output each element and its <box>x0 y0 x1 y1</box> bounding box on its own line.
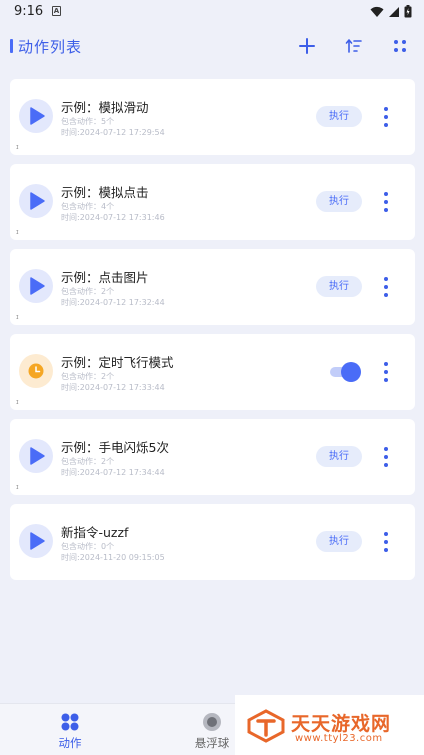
card-marker: ɪ <box>16 398 19 406</box>
action-card[interactable]: 示例：手电闪烁5次包含动作：2个时间:2024-07-12 17:34:44 ɪ 执… <box>10 419 415 495</box>
schedule-toggle[interactable] <box>328 362 361 382</box>
sort-button[interactable] <box>342 34 366 58</box>
card-marker: ɪ <box>16 143 19 151</box>
clock-icon <box>28 363 44 379</box>
run-action-button[interactable] <box>19 269 53 303</box>
action-card[interactable]: 示例：定时飞行模式包含动作：2个时间:2024-07-12 17:33:44 ɪ <box>10 334 415 410</box>
more-dot-icon <box>384 463 388 467</box>
signal-icon <box>389 6 399 17</box>
notification-a-icon: A <box>52 6 61 16</box>
more-options-button[interactable] <box>380 531 392 553</box>
add-button[interactable] <box>295 34 319 58</box>
watermark-name: 天天游戏网 <box>291 713 392 735</box>
more-options-button[interactable] <box>380 191 392 213</box>
add-icon <box>299 38 315 54</box>
action-title: 示例：模拟点击 <box>61 185 149 200</box>
execute-button[interactable]: 执行 <box>316 106 362 127</box>
action-card[interactable]: 示例：点击图片包含动作：2个时间:2024-07-12 17:32:44 ɪ 执行 <box>10 249 415 325</box>
more-options-button[interactable] <box>380 446 392 468</box>
more-options-button[interactable] <box>380 106 392 128</box>
action-card[interactable]: 示例：模拟滑动包含动作：5个时间:2024-07-12 17:29:54 ɪ 执行 <box>10 79 415 155</box>
wifi-icon <box>370 6 384 17</box>
action-title: 示例：手电闪烁5次 <box>61 440 169 455</box>
grid-menu-button[interactable] <box>388 34 412 58</box>
more-dot-icon <box>384 107 388 111</box>
app-header: 动作列表 <box>0 26 424 66</box>
run-action-button[interactable] <box>19 524 53 558</box>
more-dot-icon <box>384 293 388 297</box>
watermark-url: www.ttyl23.com <box>295 733 383 744</box>
grid-icon <box>394 40 406 52</box>
action-count: 包含动作：5个 <box>61 117 115 126</box>
play-icon <box>30 447 45 465</box>
card-marker: ɪ <box>16 483 19 491</box>
action-card[interactable]: 示例：模拟点击包含动作：4个时间:2024-07-12 17:31:46 ɪ 执行 <box>10 164 415 240</box>
action-title: 示例：定时飞行模式 <box>61 355 174 370</box>
status-time: 9:16 <box>14 4 44 19</box>
run-action-button[interactable] <box>19 184 53 218</box>
play-icon <box>30 277 45 295</box>
more-options-button[interactable] <box>380 361 392 383</box>
execute-button[interactable]: 执行 <box>316 531 362 552</box>
action-count: 包含动作：2个 <box>61 287 115 296</box>
watermark-logo-icon <box>247 709 285 743</box>
more-dot-icon <box>384 540 388 544</box>
action-title: 新指令-uzzf <box>61 525 129 540</box>
status-bar: 9:16 A <box>0 0 424 24</box>
nav-item-actions[interactable]: 动作 <box>30 704 110 755</box>
play-icon <box>30 532 45 550</box>
more-dot-icon <box>384 208 388 212</box>
action-title: 示例：模拟滑动 <box>61 100 149 115</box>
timer-badge <box>19 354 53 388</box>
page-title: 动作列表 <box>18 38 83 56</box>
more-dot-icon <box>384 200 388 204</box>
more-dot-icon <box>384 455 388 459</box>
status-icons <box>370 5 412 18</box>
execute-button[interactable]: 执行 <box>316 446 362 467</box>
nav-label-actions: 动作 <box>58 736 82 750</box>
action-count: 包含动作：2个 <box>61 457 115 466</box>
toggle-knob <box>341 362 361 382</box>
action-timestamp: 时间:2024-07-12 17:32:44 <box>61 298 165 307</box>
action-title: 示例：点击图片 <box>61 270 149 285</box>
more-dot-icon <box>384 447 388 451</box>
action-count: 包含动作：2个 <box>61 372 115 381</box>
action-timestamp: 时间:2024-07-12 17:33:44 <box>61 383 165 392</box>
execute-button[interactable]: 执行 <box>316 191 362 212</box>
play-icon <box>30 107 45 125</box>
more-dot-icon <box>384 548 388 552</box>
action-count: 包含动作：0个 <box>61 542 115 551</box>
more-dot-icon <box>384 192 388 196</box>
more-dot-icon <box>384 285 388 289</box>
title-accent-bar <box>10 39 13 53</box>
action-timestamp: 时间:2024-07-12 17:29:54 <box>61 128 165 137</box>
action-count: 包含动作：4个 <box>61 202 115 211</box>
floating-ball-icon <box>203 713 221 731</box>
more-dot-icon <box>384 115 388 119</box>
action-timestamp: 时间:2024-07-12 17:31:46 <box>61 213 165 222</box>
run-action-button[interactable] <box>19 99 53 133</box>
more-dot-icon <box>384 532 388 536</box>
more-dot-icon <box>384 370 388 374</box>
watermark: 天天游戏网 www.ttyl23.com <box>235 695 424 755</box>
execute-button[interactable]: 执行 <box>316 276 362 297</box>
action-card[interactable]: 新指令-uzzf 包含动作：0个时间:2024-11-20 09:15:05 执行 <box>10 504 415 580</box>
play-icon <box>30 192 45 210</box>
action-timestamp: 时间:2024-11-20 09:15:05 <box>61 553 165 562</box>
more-options-button[interactable] <box>380 276 392 298</box>
sort-icon <box>345 39 362 53</box>
grid-apps-icon <box>61 713 79 731</box>
card-marker: ɪ <box>16 228 19 236</box>
more-dot-icon <box>384 378 388 382</box>
battery-icon <box>404 5 412 18</box>
more-dot-icon <box>384 362 388 366</box>
more-dot-icon <box>384 277 388 281</box>
action-timestamp: 时间:2024-07-12 17:34:44 <box>61 468 165 477</box>
run-action-button[interactable] <box>19 439 53 473</box>
more-dot-icon <box>384 123 388 127</box>
card-marker: ɪ <box>16 313 19 321</box>
